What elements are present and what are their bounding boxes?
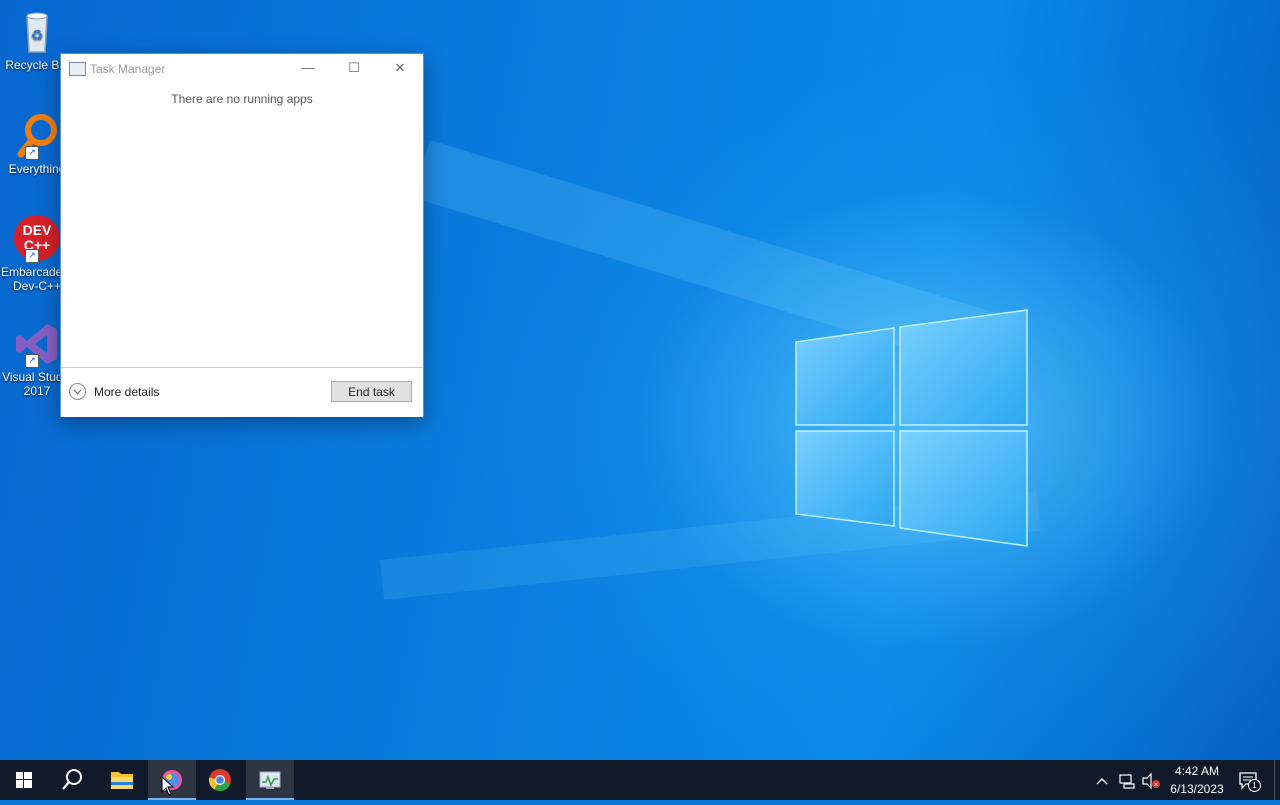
taskbar-task-manager[interactable] <box>246 760 294 800</box>
chevron-down-icon[interactable] <box>69 383 86 400</box>
show-desktop-button[interactable] <box>1274 760 1280 800</box>
close-button[interactable]: ✕ <box>377 54 423 84</box>
clock-date[interactable]: 6/13/2023 <box>1162 782 1232 796</box>
notification-badge: 1 <box>1248 779 1261 792</box>
mouse-cursor-icon <box>161 776 175 796</box>
recycle-bin-icon: ♻ <box>13 8 61 56</box>
search-icon <box>62 769 82 790</box>
maximize-button[interactable]: ☐ <box>331 54 377 84</box>
clock-time[interactable]: 4:42 AM <box>1162 764 1232 778</box>
everything-search-icon: ↗ <box>13 112 61 160</box>
start-button[interactable] <box>0 760 48 800</box>
dev-cpp-icon: DEV C++ ↗ <box>13 215 61 263</box>
task-manager-window[interactable]: Task Manager — ☐ ✕ There are no running … <box>60 53 424 417</box>
taskbar-file-explorer[interactable] <box>98 760 146 800</box>
visual-studio-icon: ↗ <box>13 320 61 368</box>
start-icon <box>16 772 32 788</box>
shortcut-arrow-icon: ↗ <box>25 249 39 263</box>
volume-muted-icon[interactable]: ✕ <box>1141 772 1161 790</box>
chrome-icon <box>208 769 231 792</box>
search-button[interactable] <box>48 760 96 800</box>
window-footer: More details End task <box>61 367 423 417</box>
empty-apps-message: There are no running apps <box>171 92 313 106</box>
title-bar[interactable]: Task Manager — ☐ ✕ <box>61 54 423 84</box>
more-details-link[interactable]: More details <box>94 385 159 399</box>
file-explorer-icon <box>111 772 133 789</box>
end-task-button[interactable]: End task <box>331 381 412 402</box>
chevron-up-icon[interactable] <box>1094 773 1110 789</box>
minimize-button[interactable]: — <box>285 54 331 84</box>
task-manager-icon <box>259 771 281 789</box>
svg-text:♻: ♻ <box>31 27 44 43</box>
network-icon[interactable] <box>1118 772 1136 790</box>
taskbar-chrome[interactable] <box>196 760 244 800</box>
shortcut-arrow-icon: ↗ <box>25 354 39 368</box>
action-center-icon[interactable]: 1 <box>1238 771 1261 792</box>
task-manager-icon <box>69 62 86 76</box>
taskbar: ✕ 4:42 AM 6/13/2023 1 <box>0 760 1280 800</box>
window-title: Task Manager <box>90 62 166 76</box>
shortcut-arrow-icon: ↗ <box>25 146 39 160</box>
svg-text:✕: ✕ <box>1153 783 1158 789</box>
